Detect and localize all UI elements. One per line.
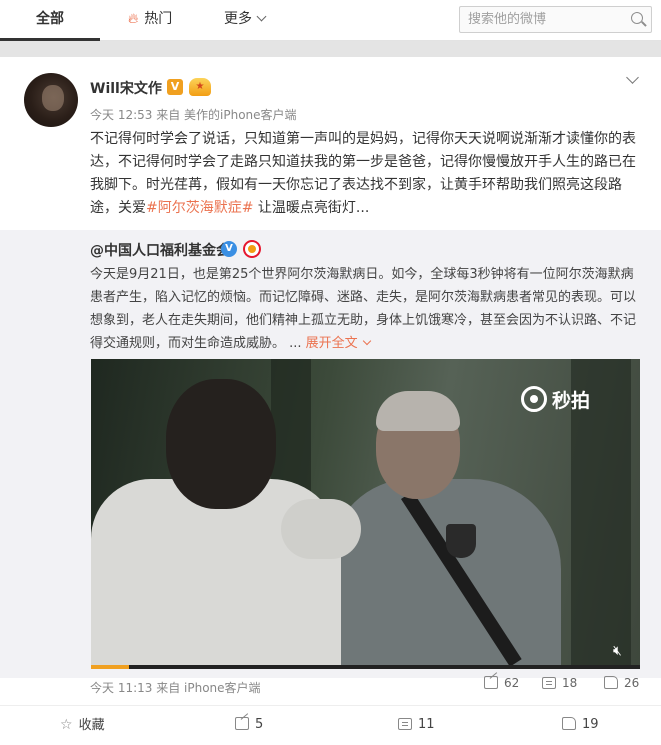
repost-like-button[interactable]: 26: [604, 676, 639, 690]
like-icon: [604, 676, 618, 689]
comment-icon: [398, 718, 412, 730]
weibo-card: Will宋文作 V ★ 今天 12:53 来自 美作的iPhone客户端 不记得…: [0, 57, 661, 745]
tab-all[interactable]: 全部: [0, 0, 100, 41]
post-meta: 今天 12:53 来自 美作的iPhone客户端: [90, 108, 297, 122]
verified-badge-icon[interactable]: V: [167, 79, 183, 95]
miaopai-logo-icon: [521, 386, 547, 412]
elderly-man-hair: [376, 391, 460, 431]
comment-count: 11: [418, 717, 435, 732]
fire-icon: 🔥︎: [128, 11, 139, 27]
post-text: 不记得何时学会了说话，只知道第一声叫的是妈妈，记得你天天说啊说渐渐才读懂你的表达…: [90, 128, 638, 220]
search-icon[interactable]: [631, 12, 643, 24]
star-icon: ☆: [60, 717, 73, 733]
chevron-down-icon: [362, 336, 371, 346]
repost-comment-button[interactable]: 18: [542, 676, 577, 690]
tab-hot-label: 热门: [144, 11, 173, 27]
like-button[interactable]: 19: [562, 706, 599, 745]
miaopai-watermark: 秒拍: [521, 381, 590, 413]
repost-author[interactable]: @中国人口福利基金会: [90, 240, 230, 260]
tab-all-label: 全部: [36, 11, 64, 27]
repost-text: 今天是9月21日，也是第25个世界阿尔茨海默病日。如今，全球每3秒钟将有一位阿尔…: [90, 263, 642, 355]
like-count: 19: [582, 717, 599, 732]
chevron-down-icon[interactable]: [626, 73, 640, 87]
share-button[interactable]: 5: [235, 706, 263, 745]
repost-comment-count: 18: [562, 676, 578, 690]
watermark-text: 秒拍: [552, 390, 591, 412]
share-icon: [484, 676, 498, 689]
tab-hot[interactable]: 🔥︎ 热门: [128, 0, 188, 40]
expand-button[interactable]: 展开全文: [305, 336, 371, 351]
elderly-man-figure: [331, 479, 561, 669]
mute-icon[interactable]: 🔇︎: [613, 643, 627, 659]
woman-head: [166, 379, 276, 509]
avatar[interactable]: [24, 73, 78, 127]
video-progress-fill: [91, 665, 130, 669]
tab-more-label: 更多: [224, 11, 252, 27]
search-input[interactable]: [468, 10, 618, 29]
expand-label: 展开全文: [305, 336, 358, 351]
share-count: 5: [255, 717, 264, 732]
member-medal-icon[interactable]: ★: [189, 78, 211, 96]
tab-bar: 全部 🔥︎ 热门 更多: [0, 0, 661, 41]
divider: [0, 41, 661, 57]
video-player[interactable]: 秒拍 🔇︎: [91, 359, 640, 669]
repost-share-count: 62: [504, 676, 520, 690]
tab-more[interactable]: 更多: [224, 0, 284, 40]
blue-verified-icon[interactable]: V: [221, 241, 237, 257]
action-bar: ☆ 收藏 5 11 19: [0, 705, 661, 745]
share-icon: [235, 717, 249, 730]
like-icon: [562, 717, 576, 730]
repost-like-count: 26: [624, 676, 640, 690]
topic-link[interactable]: #阿尔茨海默症#: [146, 200, 253, 216]
reposted-weibo: @中国人口福利基金会 V 今天是9月21日，也是第25个世界阿尔茨海默病日。如今…: [0, 230, 661, 695]
comment-icon: [542, 677, 556, 689]
repost-share-button[interactable]: 62: [484, 676, 519, 690]
woman-arm: [281, 499, 361, 559]
video-progress-bar[interactable]: [91, 665, 640, 669]
search-box: [459, 6, 652, 33]
favorite-label: 收藏: [78, 718, 105, 733]
post-text-tail: 让温暖点亮街灯...: [253, 200, 370, 216]
author-name[interactable]: Will宋文作: [90, 78, 162, 98]
comment-button[interactable]: 11: [398, 706, 435, 745]
shirt-logo: [446, 524, 476, 558]
favorite-button[interactable]: ☆ 收藏: [60, 706, 105, 745]
repost-meta: 今天 11:13 来自 iPhone客户端: [90, 681, 261, 695]
chevron-down-icon: [256, 11, 267, 22]
weibo-medal-icon[interactable]: [243, 240, 261, 258]
